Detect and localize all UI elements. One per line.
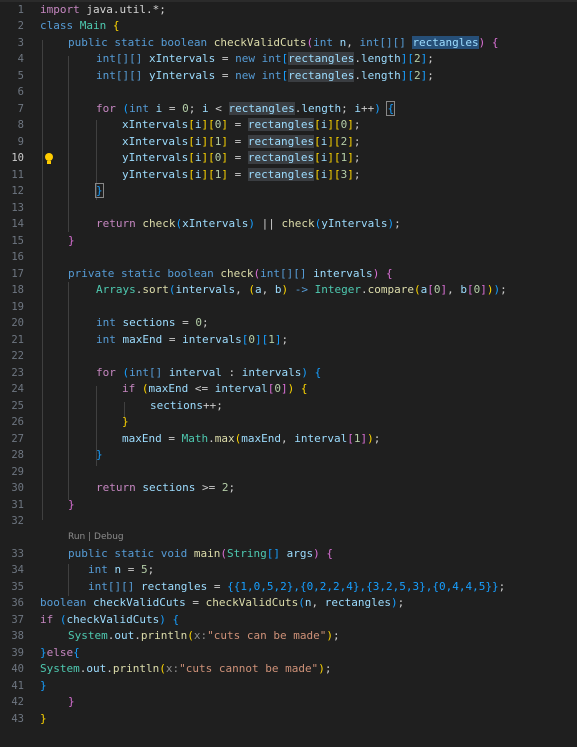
line-number: 43: [11, 713, 24, 725]
line-number: 28: [11, 449, 24, 461]
codelens-separator: |: [85, 532, 95, 542]
line-number: 7: [17, 103, 24, 115]
indent-guide: [68, 564, 69, 596]
line-number: 2: [17, 20, 24, 32]
indent-guide: [42, 40, 43, 520]
code-line[interactable]: System.out.println(x:"cuts can be made")…: [68, 628, 340, 644]
code-line[interactable]: int[][] xIntervals = new int[rectangles.…: [96, 51, 434, 67]
code-line[interactable]: for (int[] interval : intervals) {: [96, 365, 321, 381]
code-line[interactable]: Arrays.sort(intervals, (a, b) -> Integer…: [96, 282, 507, 298]
code-line[interactable]: }: [122, 414, 129, 430]
line-number: 31: [11, 499, 24, 511]
code-line[interactable]: maxEnd = Math.max(maxEnd, interval[1]);: [122, 431, 380, 447]
codelens: Run | Debug: [68, 531, 124, 544]
line-number: 6: [17, 86, 24, 98]
line-number: 1: [17, 4, 24, 16]
line-number: 30: [11, 482, 24, 494]
line-number: 24: [11, 383, 24, 395]
code-line[interactable]: private static boolean check(int[][] int…: [68, 266, 393, 282]
code-line[interactable]: public static void main(String[] args) {: [68, 546, 333, 562]
line-number: 21: [11, 334, 24, 346]
code-line[interactable]: return check(xIntervals) || check(yInter…: [96, 216, 401, 232]
line-number: 22: [11, 350, 24, 362]
line-number: 34: [11, 564, 24, 576]
code-line[interactable]: yIntervals[i][1] = rectangles[i][3];: [122, 167, 360, 183]
code-editor[interactable]: 1 2 3 4 5 6 7 8 9 10 11 12 13 14 15 16 1…: [0, 0, 577, 747]
code-line[interactable]: int n = 5;: [88, 562, 154, 578]
line-number: 9: [17, 136, 24, 148]
line-number: 25: [11, 400, 24, 412]
line-number: 33: [11, 548, 24, 560]
code-line[interactable]: }: [40, 678, 47, 694]
line-number: 35: [11, 581, 24, 593]
code-line[interactable]: }: [68, 694, 75, 710]
line-number: 41: [11, 680, 24, 692]
line-number-active: 10: [11, 152, 24, 164]
line-number: 5: [17, 70, 24, 82]
code-line[interactable]: if (checkValidCuts) {: [40, 612, 179, 628]
line-number: 14: [11, 218, 24, 230]
code-line[interactable]: }: [68, 233, 75, 249]
line-number: 20: [11, 317, 24, 329]
run-codelens-link[interactable]: Run: [68, 532, 85, 542]
line-number: 29: [11, 466, 24, 478]
line-number: 39: [11, 647, 24, 659]
code-line[interactable]: boolean checkValidCuts = checkValidCuts(…: [40, 595, 404, 611]
line-number: 40: [11, 663, 24, 675]
code-line[interactable]: for (int i = 0; i < rectangles.length; i…: [96, 101, 396, 117]
code-line[interactable]: }: [40, 711, 47, 727]
line-number: 36: [11, 597, 24, 609]
line-number: 42: [11, 696, 24, 708]
code-line[interactable]: }: [95, 183, 104, 199]
indent-guide: [68, 56, 69, 232]
line-number: 4: [17, 53, 24, 65]
code-line[interactable]: xIntervals[i][0] = rectangles[i][0];: [122, 117, 360, 133]
line-number: 13: [11, 202, 24, 214]
line-number: 12: [11, 185, 24, 197]
line-number: 19: [11, 301, 24, 313]
line-number: 11: [11, 169, 24, 181]
line-number: 3: [17, 37, 24, 49]
code-line[interactable]: int maxEnd = intervals[0][1];: [96, 332, 288, 348]
code-line[interactable]: xIntervals[i][1] = rectangles[i][2];: [122, 134, 360, 150]
line-number: 26: [11, 416, 24, 428]
code-line[interactable]: int[][] yIntervals = new int[rectangles.…: [96, 68, 434, 84]
line-number: 37: [11, 614, 24, 626]
line-number: 17: [11, 268, 24, 280]
debug-codelens-link[interactable]: Debug: [94, 532, 124, 542]
line-number: 16: [11, 251, 24, 263]
lightbulb-icon[interactable]: [44, 153, 54, 165]
code-line[interactable]: public static boolean checkValidCuts(int…: [68, 35, 499, 51]
line-number: 23: [11, 367, 24, 379]
code-line[interactable]: }else{: [40, 645, 80, 661]
code-line[interactable]: import java.util.*;: [40, 2, 166, 18]
code-line[interactable]: class Main {: [40, 18, 120, 34]
line-number: 8: [17, 119, 24, 131]
indent-guide: [68, 282, 69, 500]
code-line[interactable]: }: [96, 447, 103, 463]
code-line[interactable]: return sections >= 2;: [96, 480, 235, 496]
code-line[interactable]: sections++;: [150, 398, 223, 414]
line-number: 18: [11, 284, 24, 296]
code-line[interactable]: int[][] rectangles = {{1,0,5,2},{0,2,2,4…: [88, 579, 505, 595]
line-number: 32: [11, 515, 24, 527]
code-line[interactable]: System.out.println(x:"cuts cannot be mad…: [40, 661, 331, 677]
line-number: 15: [11, 235, 24, 247]
code-line[interactable]: if (maxEnd <= interval[0]) {: [122, 381, 307, 397]
code-line[interactable]: }: [68, 497, 75, 513]
line-number: 38: [11, 630, 24, 642]
line-number: 27: [11, 433, 24, 445]
code-line-active[interactable]: yIntervals[i][0] = rectangles[i][1];: [122, 150, 360, 166]
code-line[interactable]: int sections = 0;: [96, 315, 209, 331]
